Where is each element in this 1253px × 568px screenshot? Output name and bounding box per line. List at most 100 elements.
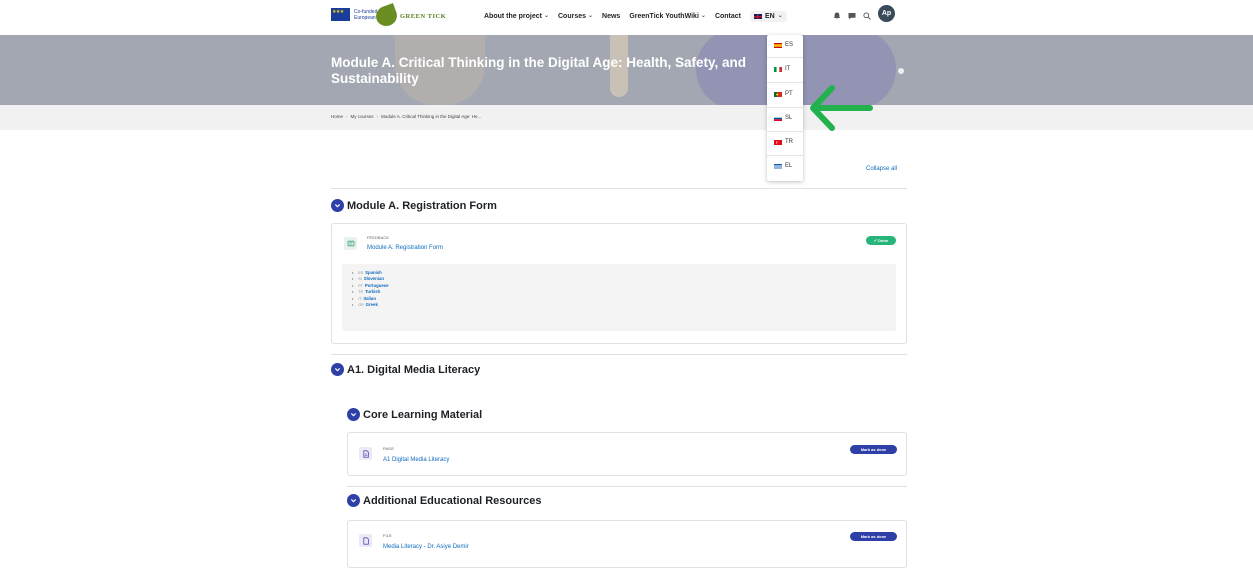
language-option-es[interactable]: ES (774, 42, 793, 48)
language-selector[interactable]: EN ⌄ (750, 11, 787, 22)
nav-courses[interactable]: Courses ⌄ (558, 13, 593, 20)
activity-link[interactable]: Media Literacy - Dr. Asiye Demir (383, 544, 469, 550)
chevron-down-icon[interactable] (347, 494, 360, 507)
breadcrumb-home[interactable]: Home (331, 114, 343, 119)
language-link-greek[interactable]: Greek (366, 302, 378, 308)
language-links-box: ESSpanish SISlovenian PTPortuguese TRTur… (342, 264, 896, 331)
page-header-banner: Module A. Critical Thinking in the Digit… (0, 35, 1253, 105)
nav-greentick-youthwiki[interactable]: GreenTick YouthWiki ⌄ (629, 13, 706, 20)
user-tools: Ap (833, 5, 895, 22)
nav-label: GreenTick YouthWiki (629, 13, 699, 20)
chevron-down-icon: ⌄ (777, 13, 783, 19)
chevron-down-icon[interactable] (347, 408, 360, 421)
activity-link[interactable]: A1 Digital Media Literacy (383, 457, 449, 463)
chevron-down-icon: ⌄ (700, 13, 706, 19)
section-module-a-registration: Module A. Registration Form (331, 199, 497, 212)
language-option-tr[interactable]: TR (774, 139, 793, 145)
activity-card-file: FILE Media Literacy - Dr. Asiye Demir Ma… (347, 520, 907, 568)
language-code: SL (785, 115, 793, 121)
banner-decoration (898, 68, 904, 74)
nav-about-the-project[interactable]: About the project ⌄ (484, 13, 549, 20)
section-a1-digital-media-literacy: A1. Digital Media Literacy (331, 363, 480, 376)
user-avatar[interactable]: Ap (878, 5, 895, 22)
activity-type: FEEDBACK (367, 236, 390, 240)
activity-type: PAGE (383, 447, 395, 451)
file-icon (359, 534, 372, 547)
page-icon (359, 447, 372, 460)
chevron-down-icon: ⌄ (588, 13, 594, 19)
section-title[interactable]: Module A. Registration Form (347, 200, 497, 212)
nav-label: Courses (557, 13, 586, 20)
breadcrumb-bar: Home › My courses › Module A. Critical T… (0, 105, 1253, 130)
leaf-icon (373, 3, 400, 29)
section-title[interactable]: A1. Digital Media Literacy (347, 364, 480, 376)
language-dropdown-menu: ES IT PT SL TR EL (767, 35, 803, 181)
greentick-logo[interactable]: GREEN TICK (373, 3, 447, 29)
chevron-down-icon[interactable] (331, 199, 344, 212)
eu-flag-icon (331, 8, 350, 21)
bell-icon[interactable] (833, 12, 841, 20)
lang-code: GR (358, 303, 364, 308)
brand-name: GREEN TICK (400, 12, 447, 20)
language-code: ES (785, 42, 794, 48)
language-list: ESSpanish SISlovenian PTPortuguese TRTur… (352, 270, 389, 308)
language-option-el[interactable]: EL (774, 163, 792, 169)
chevron-right-icon: › (346, 114, 348, 119)
feedback-icon (344, 237, 357, 250)
nav-label: News (602, 13, 621, 20)
main-menu: About the project ⌄ Courses ⌄ News Green… (484, 11, 796, 22)
spain-flag-icon (774, 42, 782, 48)
divider (767, 107, 803, 108)
slovenia-flag-icon (774, 115, 782, 121)
top-navbar: Co-funded by the European Union GREEN TI… (0, 0, 1253, 35)
uk-flag-icon (754, 14, 762, 19)
activity-link[interactable]: Module A. Registration Form (367, 245, 443, 251)
mark-as-done-button[interactable]: Mark as done (850, 445, 897, 454)
page-title: Module A. Critical Thinking in the Digit… (331, 55, 747, 86)
breadcrumb: Home › My courses › Module A. Critical T… (331, 114, 481, 119)
language-code: PT (785, 91, 793, 97)
nav-label: Contact (714, 13, 741, 20)
nav-label: About the project (484, 13, 542, 20)
subsection-additional-resources: Additional Educational Resources (347, 494, 541, 507)
activity-type: FILE (383, 534, 392, 538)
subsection-title[interactable]: Core Learning Material (363, 409, 482, 421)
chevron-down-icon[interactable] (331, 363, 344, 376)
divider (767, 82, 803, 83)
language-option-pt[interactable]: PT (774, 91, 793, 97)
breadcrumb-my-courses[interactable]: My courses (351, 114, 374, 119)
chevron-right-icon: › (376, 114, 379, 119)
chevron-down-icon: ⌄ (543, 13, 549, 19)
check-icon: ✔ (873, 238, 878, 243)
language-code: IT (785, 66, 791, 72)
nav-news[interactable]: News (602, 13, 620, 20)
current-language: EN (765, 13, 775, 20)
collapse-all-link[interactable]: Collapse all (866, 166, 897, 172)
language-code: TR (785, 139, 793, 145)
language-option-sl[interactable]: SL (774, 115, 792, 121)
search-icon[interactable] (863, 11, 871, 20)
nav-contact[interactable]: Contact (715, 13, 741, 20)
divider (767, 131, 803, 132)
section-divider (331, 188, 907, 189)
portugal-flag-icon (774, 91, 782, 97)
section-divider (331, 354, 907, 355)
divider (767, 57, 803, 58)
done-label: Done (878, 238, 889, 243)
greece-flag-icon (774, 163, 782, 169)
mark-as-done-button[interactable]: Mark as done (850, 532, 897, 541)
language-option-it[interactable]: IT (774, 66, 790, 72)
breadcrumb-current[interactable]: Module A. Critical Thinking in the Digit… (381, 114, 481, 119)
subsection-core-learning-material: Core Learning Material (347, 408, 482, 421)
italy-flag-icon (774, 66, 782, 72)
list-item: GRGreek (352, 302, 389, 308)
message-icon[interactable] (848, 12, 856, 20)
green-arrow-annotation (810, 85, 873, 131)
turkey-flag-icon (774, 139, 782, 145)
subsection-title[interactable]: Additional Educational Resources (363, 495, 541, 507)
divider (767, 155, 803, 156)
activity-card-page: PAGE A1 Digital Media Literacy Mark as d… (347, 432, 907, 476)
language-code: EL (785, 163, 793, 169)
done-badge: ✔ Done (866, 236, 896, 245)
section-divider (347, 486, 907, 487)
